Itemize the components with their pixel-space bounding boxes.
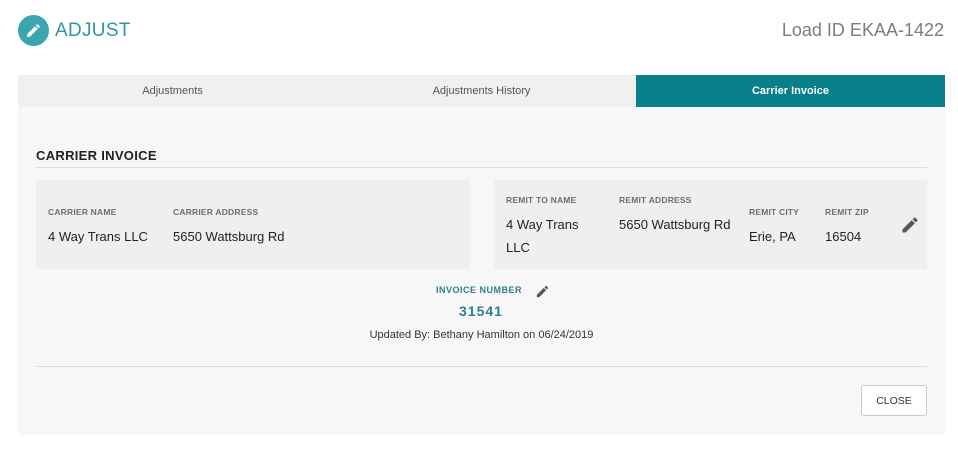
carrier-name-label: CARRIER NAME <box>48 207 117 217</box>
remit-zip-label: REMIT ZIP <box>825 207 869 217</box>
remit-edit-pencil-icon[interactable] <box>900 215 920 240</box>
remit-address-value: 5650 Wattsburg Rd <box>619 217 731 232</box>
remit-city-label: REMIT CITY <box>749 207 800 217</box>
section-title: CARRIER INVOICE <box>36 148 157 163</box>
remit-card: REMIT TO NAME 4 Way Trans LLC REMIT ADDR… <box>494 180 927 269</box>
carrier-name-value: 4 Way Trans LLC <box>48 229 148 244</box>
remit-name-label: REMIT TO NAME <box>506 195 577 205</box>
section-divider <box>36 167 927 168</box>
remit-address-field: REMIT ADDRESS 5650 Wattsburg Rd <box>619 195 731 236</box>
load-id: Load ID EKAA-1422 <box>781 20 944 40</box>
close-button[interactable]: CLOSE <box>861 385 927 416</box>
carrier-address-value: 5650 Wattsburg Rd <box>173 229 285 244</box>
carrier-address-field: CARRIER ADDRESS 5650 Wattsburg Rd <box>173 207 285 248</box>
carrier-card: CARRIER NAME 4 Way Trans LLC CARRIER ADD… <box>36 180 470 269</box>
tab-bar: Adjustments Adjustments History Carrier … <box>18 75 945 107</box>
remit-zip-field: REMIT ZIP 16504 <box>825 207 869 248</box>
invoice-number-label: INVOICE NUMBER <box>436 285 523 295</box>
footer-divider <box>36 366 927 367</box>
remit-name-field: REMIT TO NAME 4 Way Trans LLC <box>506 195 601 259</box>
modal-title: ADJUST <box>55 20 131 41</box>
invoice-number-value: 31541 <box>459 303 503 319</box>
tab-carrier-invoice[interactable]: Carrier Invoice <box>636 75 945 107</box>
remit-city-value: Erie, PA <box>749 229 796 244</box>
tab-adjustments-history[interactable]: Adjustments History <box>327 75 636 107</box>
modal-header: ADJUST Load ID EKAA-1422 <box>0 0 958 70</box>
remit-city-field: REMIT CITY Erie, PA <box>749 207 799 248</box>
carrier-name-field: CARRIER NAME 4 Way Trans LLC <box>48 207 148 248</box>
remit-address-label: REMIT ADDRESS <box>619 195 692 205</box>
pencil-circle-icon <box>18 15 49 46</box>
invoice-edit-pencil-icon[interactable] <box>535 284 550 304</box>
remit-name-value: 4 Way Trans LLC <box>506 217 579 255</box>
carrier-address-label: CARRIER ADDRESS <box>173 207 259 217</box>
modal-body: Adjustments Adjustments History Carrier … <box>18 75 945 435</box>
updated-by-text: Updated By: Bethany Hamilton on 06/24/20… <box>369 329 594 341</box>
tab-adjustments[interactable]: Adjustments <box>18 75 327 107</box>
remit-zip-value: 16504 <box>825 229 862 244</box>
